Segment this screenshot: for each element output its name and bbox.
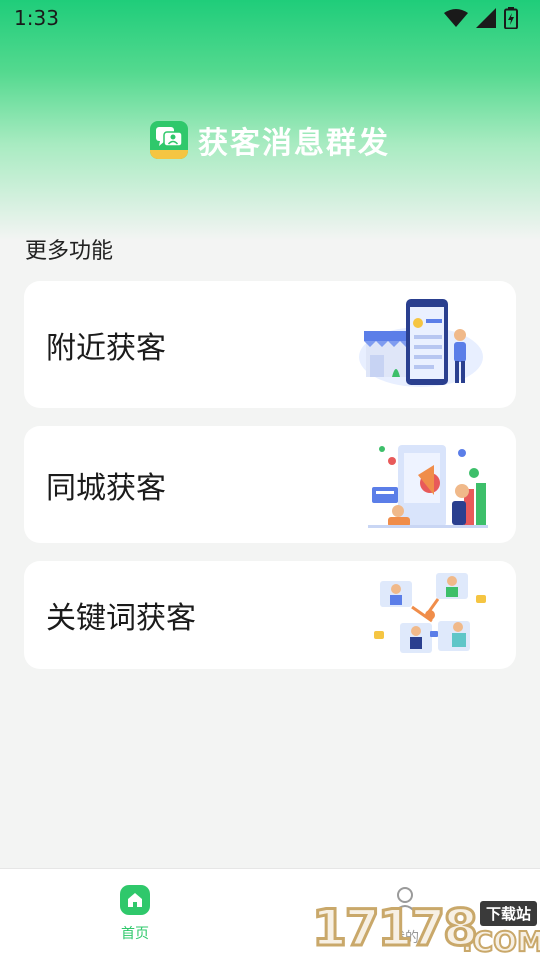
- nav-item-home[interactable]: 首页: [75, 869, 195, 960]
- battery-charging-icon: [504, 7, 518, 29]
- card-label: 附近获客: [46, 330, 166, 366]
- status-bar: 1:33: [0, 0, 540, 36]
- nav-label-home: 首页: [121, 926, 149, 942]
- card-nearby[interactable]: 附近获客: [24, 281, 516, 408]
- watermark-tag: 下载站: [480, 901, 538, 926]
- chat-bubbles-logo-icon: [150, 121, 188, 159]
- watermark-suffix: .COM: [461, 924, 540, 959]
- card-same-city[interactable]: 同城获客: [24, 426, 516, 543]
- keyword-network-illustration: [374, 573, 486, 653]
- city-marketing-illustration: [368, 445, 488, 528]
- card-label: 同城获客: [46, 470, 166, 506]
- site-watermark: 17178 .COM 下载站: [311, 895, 540, 960]
- signal-icon: [476, 8, 496, 28]
- status-time: 1:33: [14, 6, 59, 30]
- home-icon: [120, 885, 150, 915]
- watermark-digits: 17178: [311, 898, 480, 959]
- section-title: 更多功能: [25, 239, 114, 264]
- card-label: 关键词获客: [46, 601, 196, 636]
- card-keyword[interactable]: 关键词获客: [24, 561, 516, 669]
- status-icons: [444, 7, 518, 29]
- app-title: 获客消息群发: [198, 126, 390, 161]
- storefront-phone-illustration: [359, 299, 483, 387]
- brand-header: 获客消息群发: [0, 118, 540, 162]
- wifi-icon: [444, 9, 468, 27]
